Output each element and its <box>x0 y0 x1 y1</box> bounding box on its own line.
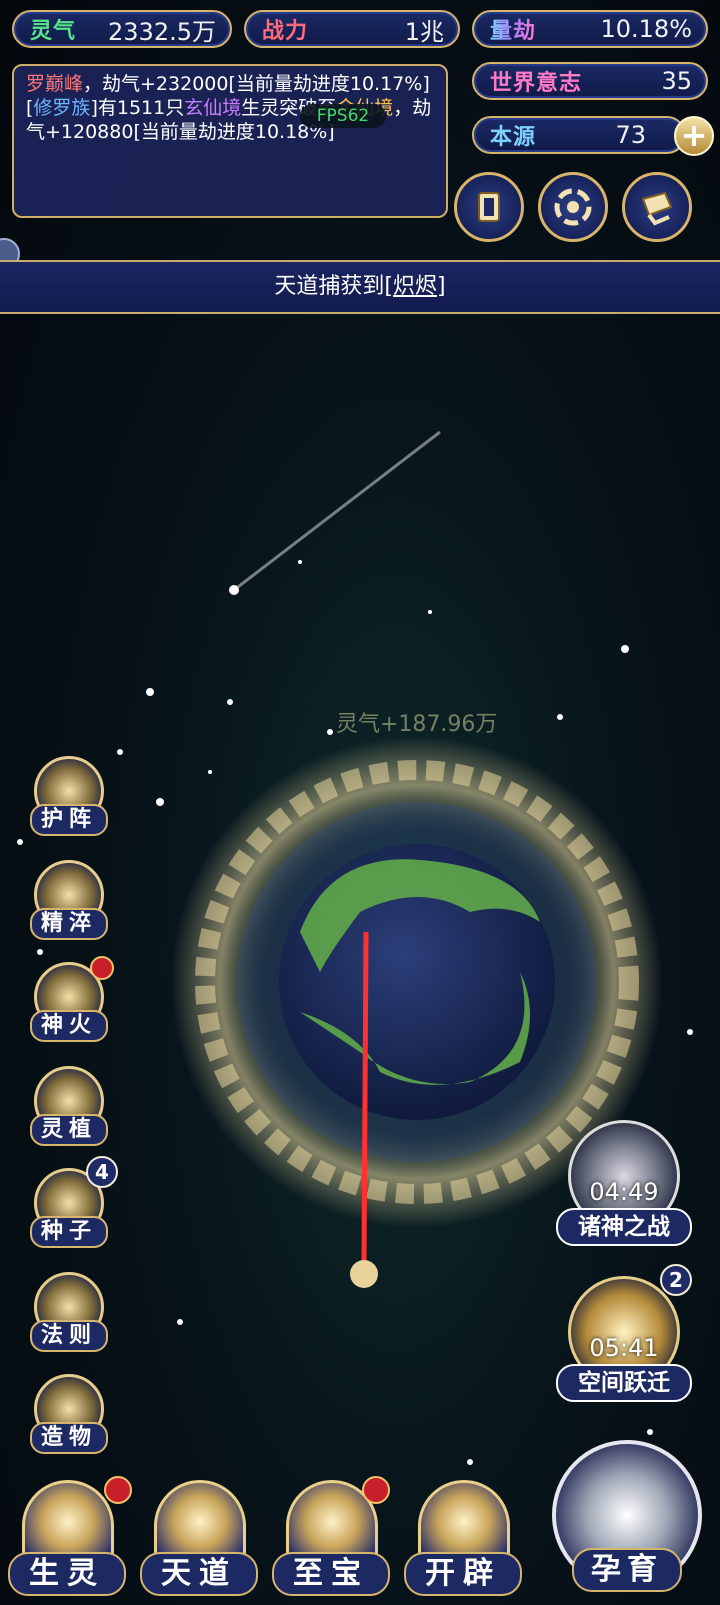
side-item-label: 神火 <box>30 1010 108 1042</box>
world-will-value: 35 <box>661 67 692 95</box>
event-log: 罗巅峰，劫气+232000[当前量劫进度10.17%] [修罗族]有1511只玄… <box>12 64 448 218</box>
space-leap-event[interactable]: 05:41 空间跃迁 2 <box>556 1264 692 1406</box>
banner-text: 天道捕获到 <box>274 274 385 299</box>
breed-label: 孕育 <box>572 1548 682 1592</box>
event-timer: 04:49 <box>589 1178 659 1206</box>
nav-label: 至宝 <box>272 1552 390 1596</box>
notification-dot <box>104 1476 132 1504</box>
nav-kaipi[interactable]: 开辟 <box>404 1480 522 1600</box>
scroll-icon <box>641 191 673 226</box>
event-timer: 05:41 <box>589 1334 659 1362</box>
laser-beam <box>361 931 369 1263</box>
meteor-trail <box>233 430 441 592</box>
zhanli-stat: 战力 1兆 <box>244 10 460 48</box>
add-benyuan-button[interactable]: + <box>674 116 714 156</box>
capture-banner: 天道捕获到[炽烬] <box>0 260 720 314</box>
side-item-faze[interactable]: 法则 <box>30 1272 108 1352</box>
nav-label: 天道 <box>140 1552 258 1596</box>
world-will-label: 世界意志 <box>490 71 583 96</box>
side-item-huzhen[interactable]: 护阵 <box>30 756 108 836</box>
nav-label: 生灵 <box>8 1552 126 1596</box>
count-badge: 2 <box>660 1264 692 1296</box>
log-text: ]有1511只 <box>90 97 185 119</box>
side-item-label: 造物 <box>30 1422 108 1454</box>
event-label: 空间跃迁 <box>556 1364 692 1402</box>
side-item-lingzhi[interactable]: 灵植 <box>30 1066 108 1146</box>
event-label: 诸神之战 <box>556 1208 692 1246</box>
benyuan-stat: 本源 73 <box>472 116 686 154</box>
side-item-label: 法则 <box>30 1320 108 1352</box>
nav-tiandao[interactable]: 天道 <box>140 1480 258 1600</box>
scroll-button[interactable] <box>622 172 692 242</box>
side-item-label: 精淬 <box>30 908 108 940</box>
lingqi-stat: 灵气 2332.5万 <box>12 10 232 48</box>
notification-dot <box>90 956 114 980</box>
count-badge: 4 <box>86 1156 118 1188</box>
vortex-icon <box>554 188 592 226</box>
lingqi-label: 灵气 <box>30 19 77 44</box>
zhanli-label: 战力 <box>262 19 309 44</box>
side-item-jingcui[interactable]: 精淬 <box>30 860 108 940</box>
cards-button[interactable] <box>454 172 524 242</box>
card-icon <box>478 192 500 222</box>
log-line-1: 罗巅峰，劫气+232000[当前量劫进度10.17%] <box>26 72 434 96</box>
benyuan-value: 73 <box>615 121 646 149</box>
swirl-button[interactable] <box>538 172 608 242</box>
side-item-shenhuo[interactable]: 神火 <box>30 956 114 1042</box>
nav-label: 开辟 <box>404 1552 522 1596</box>
side-item-zaowu[interactable]: 造物 <box>30 1374 108 1454</box>
fps-counter: FPS62 <box>300 104 386 128</box>
float-gain-text: 灵气+187.96万 <box>336 712 498 737</box>
benyuan-label: 本源 <box>490 125 537 150</box>
breed-button[interactable]: 孕育 <box>542 1440 712 1600</box>
log-realm: 玄仙境 <box>184 97 242 119</box>
notification-dot <box>362 1476 390 1504</box>
liangjie-value: 10.18% <box>600 15 692 43</box>
liangjie-label: 量劫 <box>490 13 536 45</box>
lingqi-value: 2332.5万 <box>108 17 216 46</box>
side-item-label: 护阵 <box>30 804 108 836</box>
player-avatar <box>350 1260 378 1288</box>
liangjie-stat: 量劫 10.18% <box>472 10 708 48</box>
side-item-label: 灵植 <box>30 1114 108 1146</box>
log-race: 修罗族 <box>33 97 91 119</box>
captured-item-link[interactable]: [炽烬] <box>384 274 445 299</box>
log-name: 罗巅峰 <box>26 73 84 95</box>
side-item-label: 种子 <box>30 1216 108 1248</box>
side-item-zhongzi[interactable]: 种子 4 <box>30 1156 118 1248</box>
world-will-stat: 世界意志 35 <box>472 62 708 100</box>
nav-shengling[interactable]: 生灵 <box>8 1476 132 1600</box>
log-text: ，劫气+232000[当前量劫进度10.17%] <box>83 73 430 95</box>
meteor <box>229 585 239 595</box>
nav-zhibao[interactable]: 至宝 <box>272 1476 390 1600</box>
gods-war-event[interactable]: 04:49 诸神之战 <box>556 1120 692 1250</box>
zhanli-value: 1兆 <box>404 17 444 46</box>
